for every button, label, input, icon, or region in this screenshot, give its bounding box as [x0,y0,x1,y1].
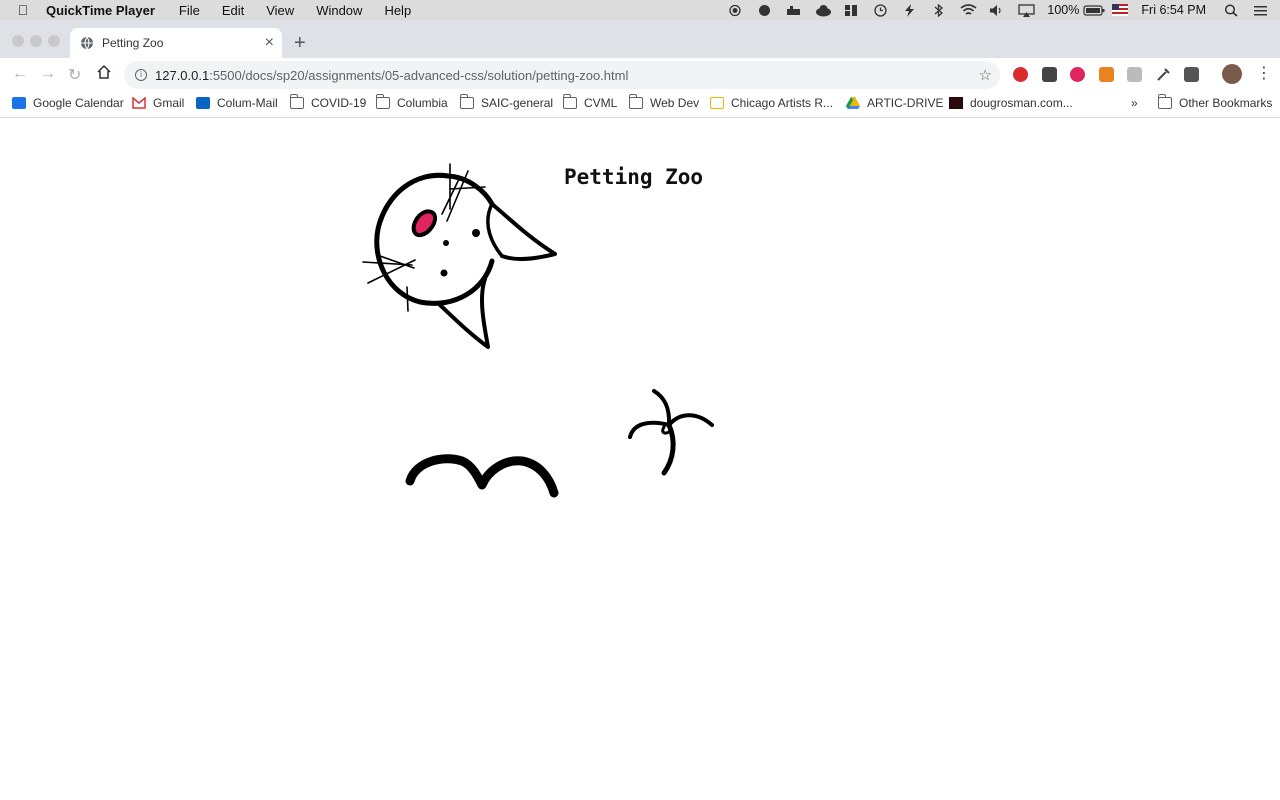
browser-menu-icon[interactable]: ⋮ [1256,63,1272,83]
lastpass-extension-icon[interactable] [1070,67,1085,82]
wifi-icon[interactable] [960,3,977,17]
menu-help[interactable]: Help [384,3,411,18]
tab-close-icon[interactable]: × [265,34,274,52]
page-viewport: Petting Zoo [0,119,1280,800]
battery-percent: 100% [1047,3,1080,17]
folder-icon [1158,94,1172,109]
window-close-button[interactable] [12,35,24,47]
spotlight-search-icon[interactable] [1224,3,1239,17]
tab-title: Petting Zoo [102,36,164,50]
menu-file[interactable]: File [179,3,200,18]
reload-icon[interactable]: ↻ [68,65,81,85]
home-icon[interactable] [96,64,112,85]
bookmark-colum-mail[interactable]: Colum-Mail [196,96,278,110]
bookmark-label: Gmail [153,96,185,110]
airplay-icon[interactable] [1018,3,1036,17]
address-bar[interactable]: i 127.0.0.1:5500/docs/sp20/assignments/0… [124,61,1000,89]
outlook-icon [196,97,210,109]
battery-icon[interactable] [1083,4,1105,17]
gmail-icon [132,96,146,109]
bookmark-chicago-artists[interactable]: Chicago Artists R... [710,96,833,110]
slides-icon [710,97,724,109]
folder-icon [460,94,474,109]
us-flag-icon[interactable] [1112,3,1129,17]
bookmark-folder-saic-general[interactable]: SAIC-general [460,94,554,110]
bookmark-label: Other Bookmarks [1179,96,1273,110]
cloud-upload-icon[interactable] [815,4,832,17]
menubar-clock[interactable]: Fri 6:54 PM [1141,3,1206,17]
bluetooth-icon[interactable] [931,3,946,17]
url-path: :5500/docs/sp20/assignments/05-advanced-… [209,67,629,83]
bookmark-gmail[interactable]: Gmail [132,96,184,110]
folder-icon [290,94,304,109]
bookmark-folder-other[interactable]: Other Bookmarks [1158,94,1273,110]
notification-center-icon[interactable] [1253,4,1268,17]
bookmark-label: Google Calendar [33,96,124,110]
bookmark-label: ARTIC-DRIVE [867,96,944,110]
facebook-extension-icon[interactable] [1184,67,1199,82]
forward-arrow-icon[interactable]: → [40,65,56,83]
eyedropper-extension-icon[interactable] [1156,67,1171,82]
bookmark-artic-drive[interactable]: ARTIC-DRIVE [846,96,943,110]
window-zoom-button[interactable] [48,35,60,47]
creative-cloud-icon[interactable] [757,4,772,17]
record-icon[interactable] [728,4,743,17]
macos-menu-bar:  QuickTime Player File Edit View Window… [0,0,1280,20]
bookmark-google-calendar[interactable]: Google Calendar [12,96,124,110]
bookmark-label: Chicago Artists R... [731,96,834,110]
site-favicon-icon [949,97,963,109]
bookmark-dougrosman[interactable]: dougrosman.com... [949,96,1073,110]
bookmark-label: Columbia [397,96,448,110]
overflow-label: » [1131,96,1138,110]
tab-petting-zoo[interactable]: Petting Zoo × [70,28,282,58]
docker-icon[interactable] [786,4,801,17]
app-menu-name[interactable]: QuickTime Player [46,3,155,18]
cat-drawing[interactable] [360,159,560,351]
back-arrow-icon[interactable]: ← [12,65,28,83]
bookmark-folder-columbia[interactable]: Columbia [376,94,448,110]
menu-window[interactable]: Window [316,3,362,18]
folder-icon [563,94,577,109]
bookmark-label: CVML [584,96,618,110]
menu-view[interactable]: View [266,3,294,18]
url-host: 127.0.0.1 [155,67,210,83]
bookmark-folder-web-dev[interactable]: Web Dev [629,94,700,110]
bookmark-folder-covid-19[interactable]: COVID-19 [290,94,367,110]
squid-drawing[interactable] [624,385,720,481]
lightning-icon[interactable] [902,3,917,17]
window-minimize-button[interactable] [30,35,42,47]
bookmark-star-icon[interactable]: ☆ [979,66,992,84]
adblock-extension-icon[interactable] [1013,67,1028,82]
k-extension-icon[interactable] [1127,67,1142,82]
metamask-extension-icon[interactable] [1099,67,1114,82]
bookmark-label: Web Dev [650,96,700,110]
site-info-icon[interactable]: i [135,69,147,81]
bookmark-label: COVID-19 [311,96,367,110]
bookmark-label: dougrosman.com... [970,96,1073,110]
calendar-icon [12,97,26,109]
bookmarks-overflow-chevron[interactable]: » [1131,96,1138,110]
page-title: Petting Zoo [564,165,704,189]
google-drive-icon [846,97,860,109]
bookmark-label: SAIC-general [481,96,554,110]
more-dots-extension-icon[interactable] [1042,67,1057,82]
browser-tab-strip: Petting Zoo × + [0,20,1280,58]
bookmark-label: Colum-Mail [217,96,278,110]
worm-drawing[interactable] [404,447,560,499]
browser-toolbar: ← → ↻ i 127.0.0.1:5500/docs/sp20/assignm… [0,58,1280,90]
bookmarks-bar: Google Calendar Gmail Colum-Mail COVID-1… [0,90,1280,118]
profile-avatar[interactable] [1222,64,1242,84]
apple-menu-icon[interactable]:  [0,2,46,18]
globe-icon [80,36,94,50]
grid-app-icon[interactable] [844,4,859,17]
menu-edit[interactable]: Edit [222,3,244,18]
volume-icon[interactable] [989,4,1004,17]
folder-icon [376,94,390,109]
folder-icon [629,94,643,109]
time-machine-icon[interactable] [873,3,888,17]
new-tab-plus-icon[interactable]: + [294,32,306,55]
bookmark-folder-cvml[interactable]: CVML [563,94,618,110]
